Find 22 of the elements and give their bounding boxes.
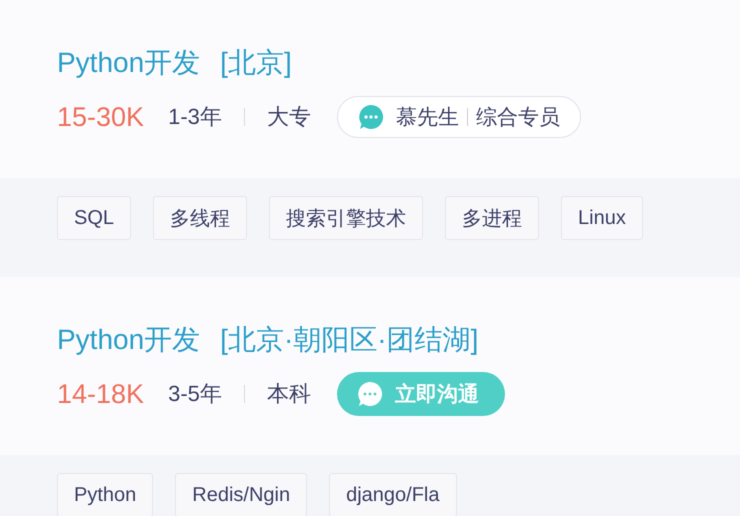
skill-tag: 搜索引擎技术 [269,196,424,240]
job-location: [北京] [220,46,292,80]
skill-tag: Redis/Ngin [175,473,308,516]
skill-tag: 多进程 [445,196,540,240]
salary: 14-18K [57,378,144,410]
chat-bubble-icon [358,104,384,130]
skill-tag: Python [57,473,154,516]
chat-button[interactable]: 立即沟通 [336,372,505,416]
skill-tag: Linux [561,196,643,240]
experience: 1-3年 [168,103,222,131]
job-title[interactable]: Python开发 [57,44,200,82]
education: 本科 [266,380,311,408]
job-location: [北京·朝阳区·团结湖] [220,323,478,357]
skill-tag: 多线程 [153,196,248,240]
skill-tag: django/Fla [329,473,456,516]
education: 大专 [266,103,311,131]
salary: 15-30K [57,102,144,132]
chat-bubble-icon [356,381,383,407]
recruiter-badge[interactable]: 慕先生 综合专员 [336,96,581,138]
job-title[interactable]: Python开发 [57,321,200,359]
experience: 3-5年 [168,380,222,408]
skill-tag: SQL [57,196,132,240]
